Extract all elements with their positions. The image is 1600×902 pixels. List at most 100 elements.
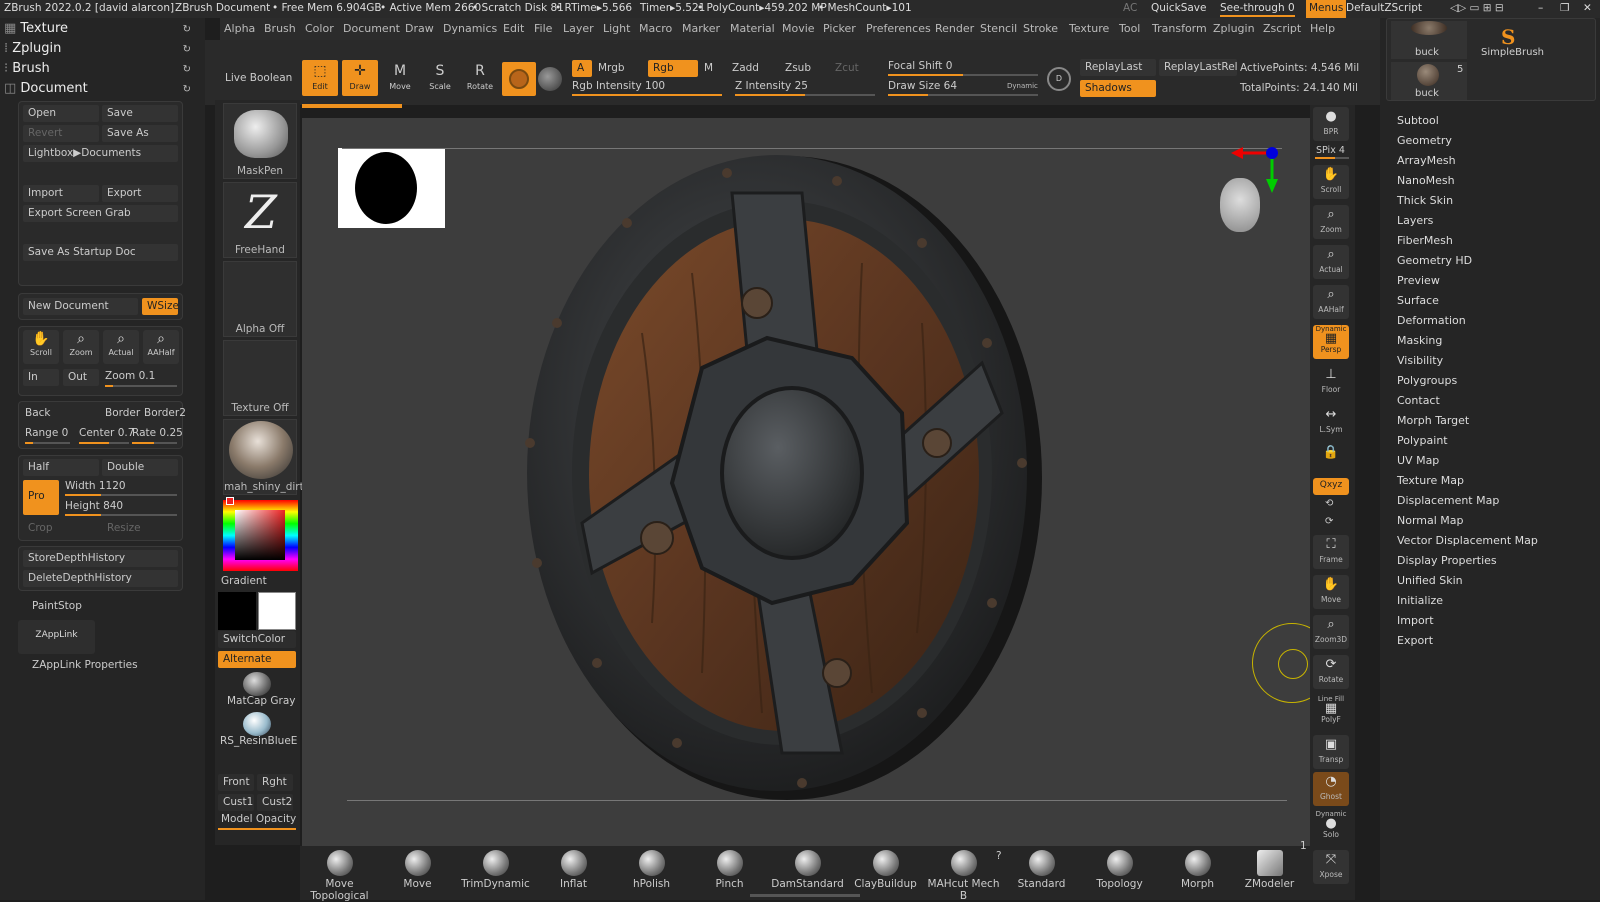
brush-claybuildup[interactable]: ClayBuildup [848,850,923,890]
zapplink-button[interactable]: ZAppLink [18,620,95,654]
close-icon[interactable]: ✕ [1583,2,1592,14]
cust1-button[interactable]: Cust1 [218,794,254,811]
subpalette-displacementmap[interactable]: Displacement Map [1397,494,1499,507]
brush-morph[interactable]: Morph [1160,850,1235,890]
xpose-button[interactable]: ⤧ Xpose [1313,850,1349,884]
new-document-button[interactable]: New Document [23,298,138,315]
subpalette-arraymesh[interactable]: ArrayMesh [1397,154,1456,167]
menu-light[interactable]: Light [603,22,630,35]
alpha-off-thumb[interactable]: Alpha Off [223,261,297,337]
zadd-button[interactable]: Zadd [732,62,759,74]
refresh-icon[interactable]: ↻ [183,24,191,35]
color-picker-square[interactable] [235,510,285,560]
height-slider[interactable]: Height 840 [65,500,123,512]
subpalette-texturemap[interactable]: Texture Map [1397,474,1464,487]
brush-trimdynamic[interactable]: TrimDynamic [458,850,533,890]
tree-texture[interactable]: ▦ Texture [4,21,68,36]
orientation-head-icon[interactable] [1220,178,1260,232]
freehand-stroke-thumb[interactable]: Z FreeHand [223,182,297,258]
resin-material-label[interactable]: RS_ResinBlueEdge [220,735,298,747]
subpalette-uvmap[interactable]: UV Map [1397,454,1439,467]
subpalette-unifiedskin[interactable]: Unified Skin [1397,574,1463,587]
lock-button[interactable]: 🔒 [1313,443,1349,477]
canvas-viewport[interactable] [302,118,1332,846]
color-picker[interactable] [223,497,298,571]
dynamic-toggle[interactable]: Dynamic [1007,82,1038,90]
subpalette-import[interactable]: Import [1397,614,1434,627]
edit-button[interactable]: ⬚ Edit [302,60,338,96]
rate-slider-track[interactable] [132,442,177,444]
draw-button[interactable]: ✛ Draw [342,60,378,96]
draw-size-track[interactable] [888,94,1038,96]
brush-move[interactable]: Move [380,850,455,890]
subpalette-initialize[interactable]: Initialize [1397,594,1443,607]
right-button[interactable]: Rght [257,774,293,791]
menu-zplugin[interactable]: Zplugin [1213,22,1255,35]
crop-button[interactable]: Crop [23,520,99,537]
lsym-button[interactable]: ↔ L.Sym [1313,405,1349,439]
brush-mahcut-mech-b[interactable]: MAHcut Mech B [926,850,1001,902]
subpalette-deformation[interactable]: Deformation [1397,314,1466,327]
back-button[interactable]: Back [25,407,51,419]
aahalf-button[interactable]: ⌕ AAHalf [143,330,179,364]
stroke-icon[interactable] [538,67,562,91]
main-color-swatch[interactable] [218,592,256,630]
zapplink-properties-label[interactable]: ZAppLink Properties [32,659,138,671]
subpalette-geometryhd[interactable]: Geometry HD [1397,254,1472,267]
subpalette-normalmap[interactable]: Normal Map [1397,514,1464,527]
matcap-gray-label[interactable]: MatCap Gray [227,695,295,707]
center-slider[interactable]: Center 0.7 [79,427,134,439]
shelf-scrollbar[interactable] [750,894,860,897]
frame-button[interactable]: ⛶ Frame [1313,535,1349,569]
range-slider[interactable]: Range 0 [25,427,68,439]
menu-marker[interactable]: Marker [682,22,720,35]
draw-size-slider[interactable]: Draw Size 64 [888,80,957,92]
rgb-intensity-track[interactable] [572,94,722,96]
brush-hpolish[interactable]: hPolish [614,850,689,890]
import-button[interactable]: Import [23,185,99,202]
spix-track[interactable] [1315,157,1349,159]
spix-slider[interactable]: SPix 4 [1316,145,1345,156]
buck-tool-thumb-2[interactable]: buck 5 [1391,62,1467,100]
lazymouse-icon[interactable]: D [1047,67,1071,91]
zoom-out-button[interactable]: Out [63,369,99,386]
subpalette-polygroups[interactable]: Polygroups [1397,374,1457,387]
scroll-button[interactable]: ✋ Scroll [23,330,59,364]
resin-sphere-icon[interactable] [243,712,271,736]
menu-help[interactable]: Help [1310,22,1335,35]
matcap-gray-sphere-icon[interactable] [243,672,271,696]
menu-transform[interactable]: Transform [1152,22,1207,35]
rotate-button[interactable]: R Rotate [462,60,498,96]
focal-shift-track[interactable] [888,74,1038,76]
z-intensity-slider[interactable]: Z Intensity 25 [735,80,808,92]
wsize-button[interactable]: WSize [142,298,178,315]
zoom-button[interactable]: ⌕ Zoom [63,330,99,364]
simplebrush-thumb[interactable]: S SimpleBrush [1473,21,1549,59]
brush-damstandard[interactable]: DamStandard [770,850,845,890]
model-opacity-slider[interactable]: Model Opacity [221,813,296,825]
replaylast-button[interactable]: ReplayLast [1080,59,1156,76]
range-slider-track[interactable] [25,442,70,444]
subpalette-polypaint[interactable]: Polypaint [1397,434,1448,447]
quicksave-button[interactable]: QuickSave [1151,2,1206,14]
bpr-button[interactable]: ● BPR [1313,107,1349,141]
menu-file[interactable]: File [534,22,552,35]
live-boolean-button[interactable]: Live Boolean [225,72,292,84]
menu-movie[interactable]: Movie [782,22,815,35]
secondary-color-swatch[interactable] [258,592,296,630]
refresh-icon[interactable]: ↻ [183,64,191,75]
menu-texture[interactable]: Texture [1069,22,1109,35]
subpalette-vectordisplacementmap[interactable]: Vector Displacement Map [1397,534,1538,547]
width-slider[interactable]: Width 1120 [65,480,126,492]
texture-off-thumb[interactable]: Texture Off [223,340,297,416]
refresh-icon[interactable]: ↻ [183,44,191,55]
menu-draw[interactable]: Draw [405,22,434,35]
rs-rotate-button[interactable]: ⟳ Rotate [1313,655,1349,689]
menu-color[interactable]: Color [305,22,334,35]
switchcolor-button[interactable]: SwitchColor [218,631,296,648]
ac-label[interactable]: AC [1123,2,1137,14]
rs-zoom-button[interactable]: ⌕ Zoom [1313,205,1349,239]
rs-actual-button[interactable]: ⌕ Actual [1313,245,1349,279]
menu-preferences[interactable]: Preferences [866,22,931,35]
brush-move-topological[interactable]: Move Topological [302,850,377,902]
